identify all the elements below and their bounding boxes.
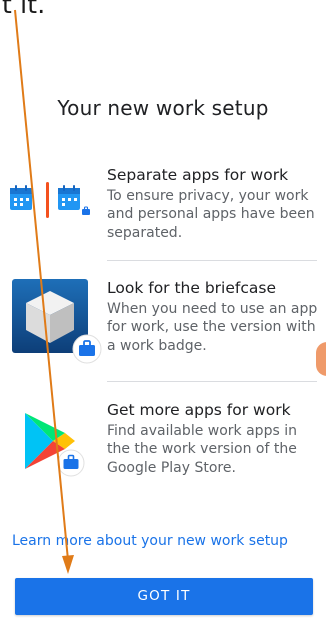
page-title: Your new work setup [57, 96, 269, 120]
got-it-button[interactable]: GOT IT [15, 578, 313, 615]
app-cube-work-badge-icon [12, 279, 104, 373]
feature-description: Find available work apps in the the work… [107, 423, 297, 476]
feature-title: Look for the briefcase [107, 279, 276, 297]
top-text-fragment: t it. [2, 0, 46, 19]
feature-title: Separate apps for work [107, 166, 289, 184]
divider [107, 260, 317, 261]
feature-text: Get more apps for work Find available wo… [107, 401, 319, 477]
side-edge-tab[interactable] [316, 342, 326, 376]
feature-description: To ensure privacy, your work and persona… [107, 188, 315, 241]
calendar-split-icon [10, 178, 98, 222]
feature-description: When you need to use an app for work, us… [107, 301, 318, 354]
feature-text: Separate apps for work To ensure privacy… [107, 166, 319, 242]
feature-title: Get more apps for work [107, 401, 291, 419]
play-store-work-badge-icon [25, 413, 95, 487]
learn-more-link[interactable]: Learn more about your new work setup [12, 533, 288, 549]
divider [107, 381, 317, 382]
feature-text: Look for the briefcase When you need to … [107, 279, 319, 355]
